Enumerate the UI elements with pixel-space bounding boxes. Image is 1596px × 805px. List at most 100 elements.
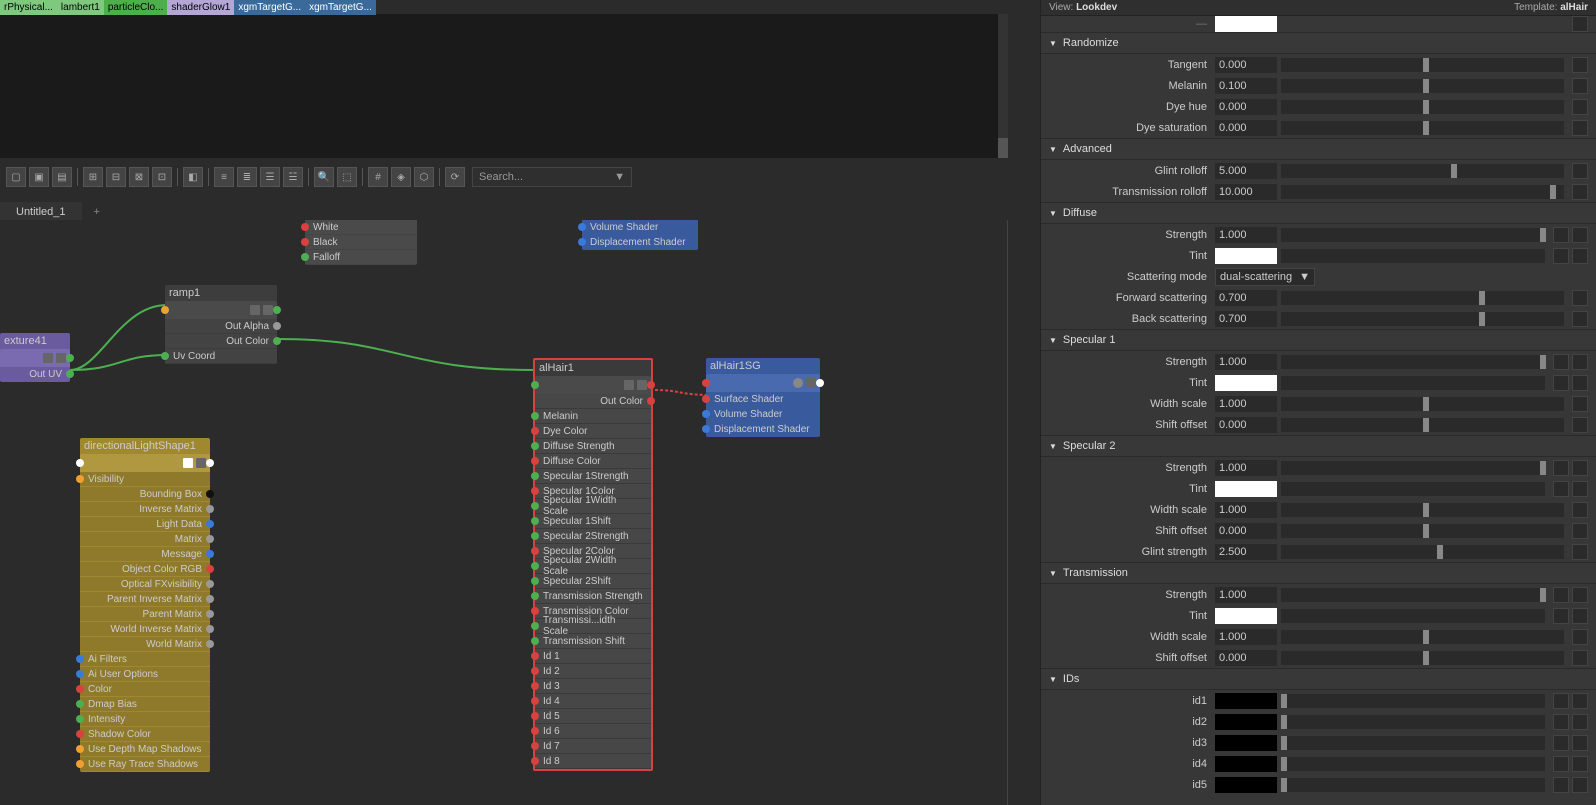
- value-input[interactable]: [1215, 502, 1277, 518]
- port-color[interactable]: Color: [80, 682, 210, 696]
- viewport-scrollbar[interactable]: [998, 14, 1008, 158]
- keyframe-icon[interactable]: [1553, 735, 1569, 751]
- color-swatch[interactable]: [1215, 756, 1277, 772]
- keyframe-icon[interactable]: [1553, 227, 1569, 243]
- slider[interactable]: [1281, 376, 1545, 390]
- select-dropdown[interactable]: dual-scattering▼: [1215, 268, 1315, 286]
- value-input[interactable]: [1215, 396, 1277, 412]
- value-input[interactable]: [1215, 57, 1277, 73]
- port-displacement-shader[interactable]: Displacement Shader: [582, 235, 698, 249]
- port-volume-shader[interactable]: Volume Shader: [582, 220, 698, 234]
- graph-tab-untitled[interactable]: Untitled_1: [0, 202, 82, 222]
- keyframe-icon[interactable]: [1553, 693, 1569, 709]
- port-out-alpha[interactable]: Out Alpha: [165, 319, 277, 333]
- value-input[interactable]: [1215, 290, 1277, 306]
- port-intensity[interactable]: Intensity: [80, 712, 210, 726]
- port-specular-2shift[interactable]: Specular 2Shift: [535, 574, 651, 588]
- slider[interactable]: [1281, 355, 1545, 369]
- port-uv-coord[interactable]: Uv Coord: [165, 349, 277, 363]
- value-input[interactable]: [1215, 544, 1277, 560]
- port-id-2[interactable]: Id 2: [535, 664, 651, 678]
- slider[interactable]: [1281, 461, 1545, 475]
- map-icon[interactable]: [1572, 650, 1588, 666]
- node-alhair1[interactable]: alHair1 Out Color MelaninDye ColorDiffus…: [533, 358, 653, 771]
- map-icon[interactable]: [1572, 396, 1588, 412]
- value-input[interactable]: [1215, 629, 1277, 645]
- port-black[interactable]: Black: [305, 235, 417, 249]
- port-surface-shader[interactable]: Surface Shader: [706, 392, 820, 406]
- value-input[interactable]: [1215, 184, 1277, 200]
- slider[interactable]: [1281, 249, 1545, 263]
- port-transmission-shift[interactable]: Transmission Shift: [535, 634, 651, 648]
- tool-zoom[interactable]: 🔍: [314, 167, 334, 187]
- section-randomize[interactable]: ▼Randomize: [1041, 32, 1596, 54]
- slider[interactable]: [1281, 312, 1564, 326]
- map-icon[interactable]: [1572, 756, 1588, 772]
- color-swatch[interactable]: [1215, 608, 1277, 624]
- slider[interactable]: [1281, 100, 1564, 114]
- keyframe-icon[interactable]: [1553, 481, 1569, 497]
- section-ids[interactable]: ▼IDs: [1041, 668, 1596, 690]
- port-displacement-shader[interactable]: Displacement Shader: [706, 422, 820, 436]
- port-id-6[interactable]: Id 6: [535, 724, 651, 738]
- map-icon[interactable]: [1572, 693, 1588, 709]
- keyframe-icon[interactable]: [1553, 587, 1569, 603]
- tool-pick[interactable]: ⬚: [337, 167, 357, 187]
- tool-align-1[interactable]: ⊞: [83, 167, 103, 187]
- node-ramp1[interactable]: ramp1 Out Alpha Out Color Uv Coord: [165, 285, 277, 364]
- slider[interactable]: [1281, 418, 1564, 432]
- map-icon[interactable]: [1572, 227, 1588, 243]
- tool-reset[interactable]: ⟳: [445, 167, 465, 187]
- tool-grid[interactable]: #: [368, 167, 388, 187]
- port-message[interactable]: Message: [80, 547, 210, 561]
- port-matrix[interactable]: Matrix: [80, 532, 210, 546]
- port-specular-1width-scale[interactable]: Specular 1Width Scale: [535, 499, 651, 513]
- slider[interactable]: [1281, 291, 1564, 305]
- material-tab[interactable]: shaderGlow1: [167, 0, 234, 15]
- tool-dist-1[interactable]: ≡: [214, 167, 234, 187]
- port-id-7[interactable]: Id 7: [535, 739, 651, 753]
- port-parent-inverse-matrix[interactable]: Parent Inverse Matrix: [80, 592, 210, 606]
- map-icon[interactable]: [1572, 57, 1588, 73]
- map-icon[interactable]: [1572, 608, 1588, 624]
- port-visibility[interactable]: Visibility: [80, 472, 210, 486]
- port-world-matrix[interactable]: World Matrix: [80, 637, 210, 651]
- tool-layout-1[interactable]: ◧: [183, 167, 203, 187]
- material-tab[interactable]: xgmTargetG...: [305, 0, 376, 15]
- port-transmission-strength[interactable]: Transmission Strength: [535, 589, 651, 603]
- port-bounding-box[interactable]: Bounding Box: [80, 487, 210, 501]
- port-specular-1shift[interactable]: Specular 1Shift: [535, 514, 651, 528]
- color-swatch[interactable]: [1215, 693, 1277, 709]
- node-menu-icon[interactable]: [806, 378, 816, 388]
- slider[interactable]: [1281, 630, 1564, 644]
- section-transmission[interactable]: ▼Transmission: [1041, 562, 1596, 584]
- tool-align-3[interactable]: ⊠: [129, 167, 149, 187]
- port-dye-color[interactable]: Dye Color: [535, 424, 651, 438]
- port-world-inverse-matrix[interactable]: World Inverse Matrix: [80, 622, 210, 636]
- map-icon[interactable]: [1572, 714, 1588, 730]
- value-input[interactable]: [1215, 460, 1277, 476]
- color-swatch[interactable]: [1215, 714, 1277, 730]
- port-id-8[interactable]: Id 8: [535, 754, 651, 768]
- node-menu-icon[interactable]: [637, 380, 647, 390]
- port-id-1[interactable]: Id 1: [535, 649, 651, 663]
- map-icon[interactable]: [1572, 16, 1588, 32]
- keyframe-icon[interactable]: [1553, 777, 1569, 793]
- tool-magnet[interactable]: ⬡: [414, 167, 434, 187]
- material-tab[interactable]: particleClo...: [104, 0, 168, 15]
- tool-dist-3[interactable]: ☰: [260, 167, 280, 187]
- slider[interactable]: [1281, 164, 1564, 178]
- map-icon[interactable]: [1572, 163, 1588, 179]
- slider[interactable]: [1281, 736, 1545, 750]
- port-use-ray-trace-shadows[interactable]: Use Ray Trace Shadows: [80, 757, 210, 771]
- port-diffuse-color[interactable]: Diffuse Color: [535, 454, 651, 468]
- port-use-depth-map-shadows[interactable]: Use Depth Map Shadows: [80, 742, 210, 756]
- keyframe-icon[interactable]: [1553, 375, 1569, 391]
- port-id-3[interactable]: Id 3: [535, 679, 651, 693]
- material-tab[interactable]: xgmTargetG...: [234, 0, 305, 15]
- node-menu-icon[interactable]: [56, 353, 66, 363]
- map-icon[interactable]: [1572, 481, 1588, 497]
- value-input[interactable]: [1215, 120, 1277, 136]
- map-icon[interactable]: [1572, 629, 1588, 645]
- value-input[interactable]: [1215, 587, 1277, 603]
